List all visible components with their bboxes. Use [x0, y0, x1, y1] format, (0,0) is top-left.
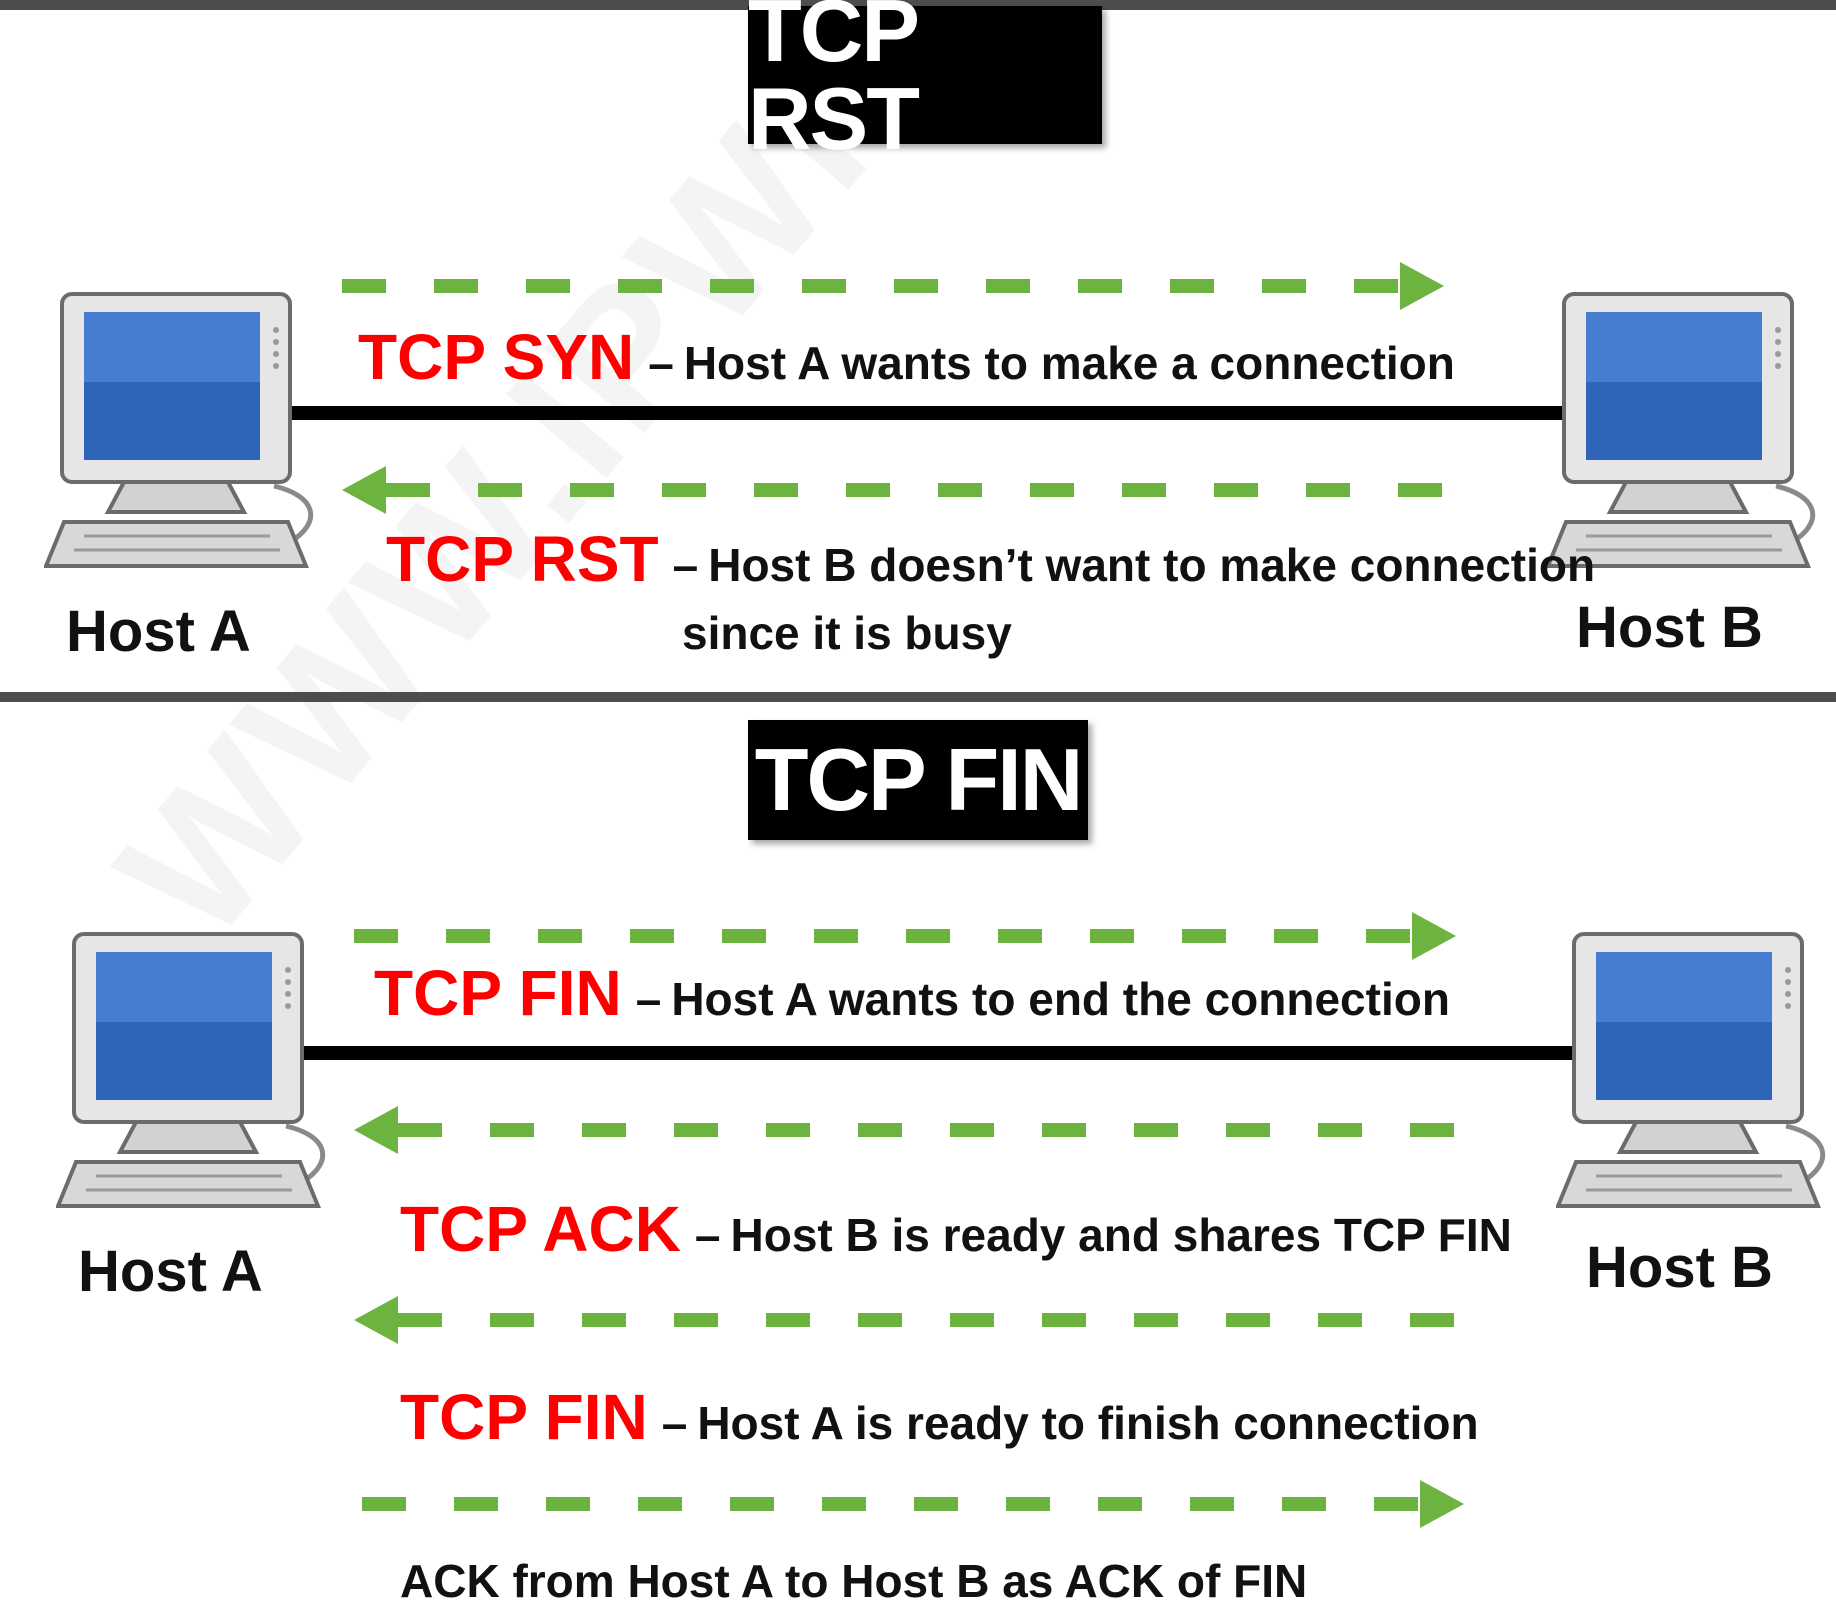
arrowhead	[342, 466, 386, 514]
arrow-tcp-rst	[342, 466, 1444, 514]
arrowhead	[1420, 1480, 1464, 1528]
arrowhead	[354, 1296, 398, 1344]
arrow-ack	[354, 1106, 1456, 1154]
arrowhead	[354, 1106, 398, 1154]
arrows-layer	[342, 262, 1464, 1528]
arrow-fin-2	[354, 1296, 1456, 1344]
arrow-tcp-syn	[342, 262, 1444, 310]
arrow-fin-1	[354, 912, 1456, 960]
arrowhead	[1412, 912, 1456, 960]
arrowhead	[1400, 262, 1444, 310]
arrow-final-ack	[362, 1480, 1464, 1528]
